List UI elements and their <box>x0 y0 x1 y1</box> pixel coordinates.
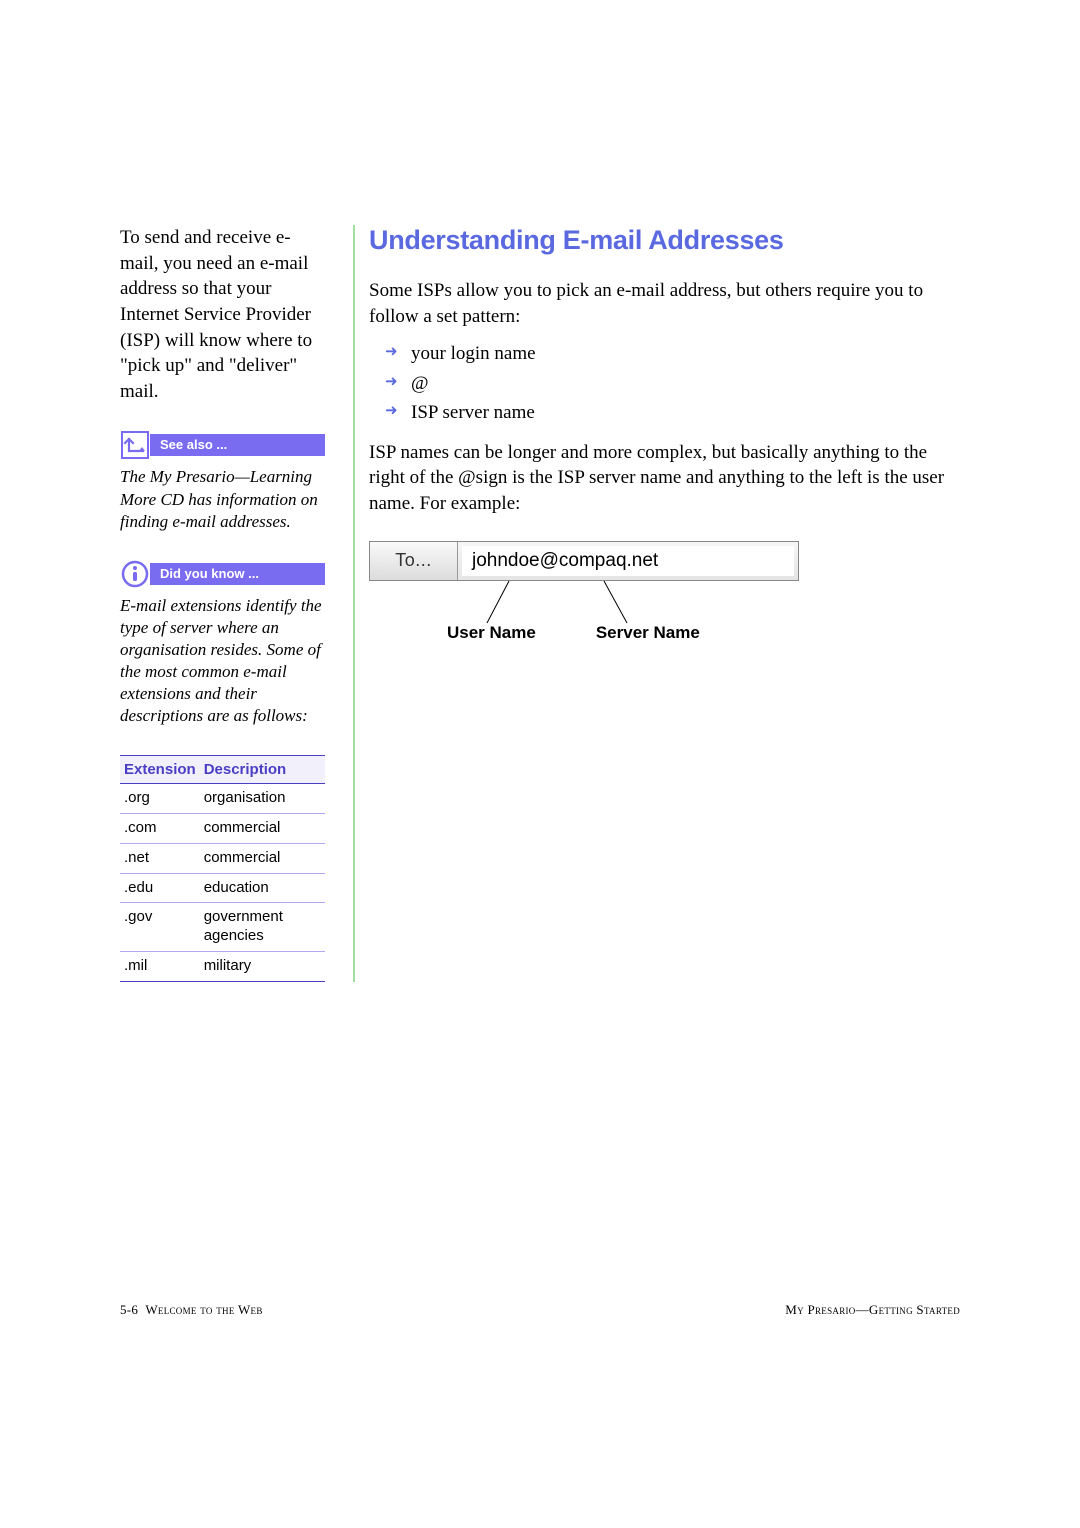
footer-right: My Presario—Getting Started <box>785 1302 960 1318</box>
bullet-item: your login name <box>385 339 960 368</box>
main-column: Understanding E-mail Addresses Some ISPs… <box>353 225 960 982</box>
intro-text: To send and receive e-mail, you need an … <box>120 225 325 404</box>
body-paragraph: ISP names can be longer and more complex… <box>369 440 960 517</box>
page-footer: 5-6 Welcome to the Web My Presario—Getti… <box>120 1302 960 1318</box>
see-also-body: The My Presario—Learning More CD has inf… <box>120 466 325 532</box>
bullet-item: @ <box>385 369 960 398</box>
to-address[interactable]: johndoe@compaq.net <box>462 546 794 576</box>
table-row: .milmilitary <box>120 951 325 981</box>
table-row: .comcommercial <box>120 814 325 844</box>
th-extension: Extension <box>120 756 200 784</box>
table-row: .edueducation <box>120 873 325 903</box>
page-content: To send and receive e-mail, you need an … <box>120 225 960 982</box>
did-you-know-label: Did you know ... <box>150 563 325 585</box>
footer-left: 5-6 Welcome to the Web <box>120 1302 263 1318</box>
diagram-lines-icon <box>369 579 799 629</box>
extension-table: Extension Description .orgorganisation .… <box>120 755 325 981</box>
see-also-header: See also ... <box>120 432 325 458</box>
table-row: .govgovernment agencies <box>120 903 325 952</box>
table-row: .netcommercial <box>120 843 325 873</box>
did-you-know-body: E-mail extensions identify the type of s… <box>120 595 325 728</box>
see-also-label: See also ... <box>150 434 325 456</box>
to-button[interactable]: To... <box>370 542 458 580</box>
page-heading: Understanding E-mail Addresses <box>369 225 960 256</box>
bullet-item: ISP server name <box>385 398 960 427</box>
to-field-row: To... johndoe@compaq.net <box>369 541 799 581</box>
info-icon <box>120 559 150 589</box>
email-diagram: To... johndoe@compaq.net User Name Serve… <box>369 541 799 661</box>
body-paragraph: Some ISPs allow you to pick an e-mail ad… <box>369 278 960 329</box>
bullet-list: your login name @ ISP server name <box>385 339 960 427</box>
did-you-know-header: Did you know ... <box>120 561 325 587</box>
th-description: Description <box>200 756 325 784</box>
see-also-icon <box>120 430 150 460</box>
sidebar: To send and receive e-mail, you need an … <box>120 225 325 982</box>
table-row: .orgorganisation <box>120 784 325 814</box>
